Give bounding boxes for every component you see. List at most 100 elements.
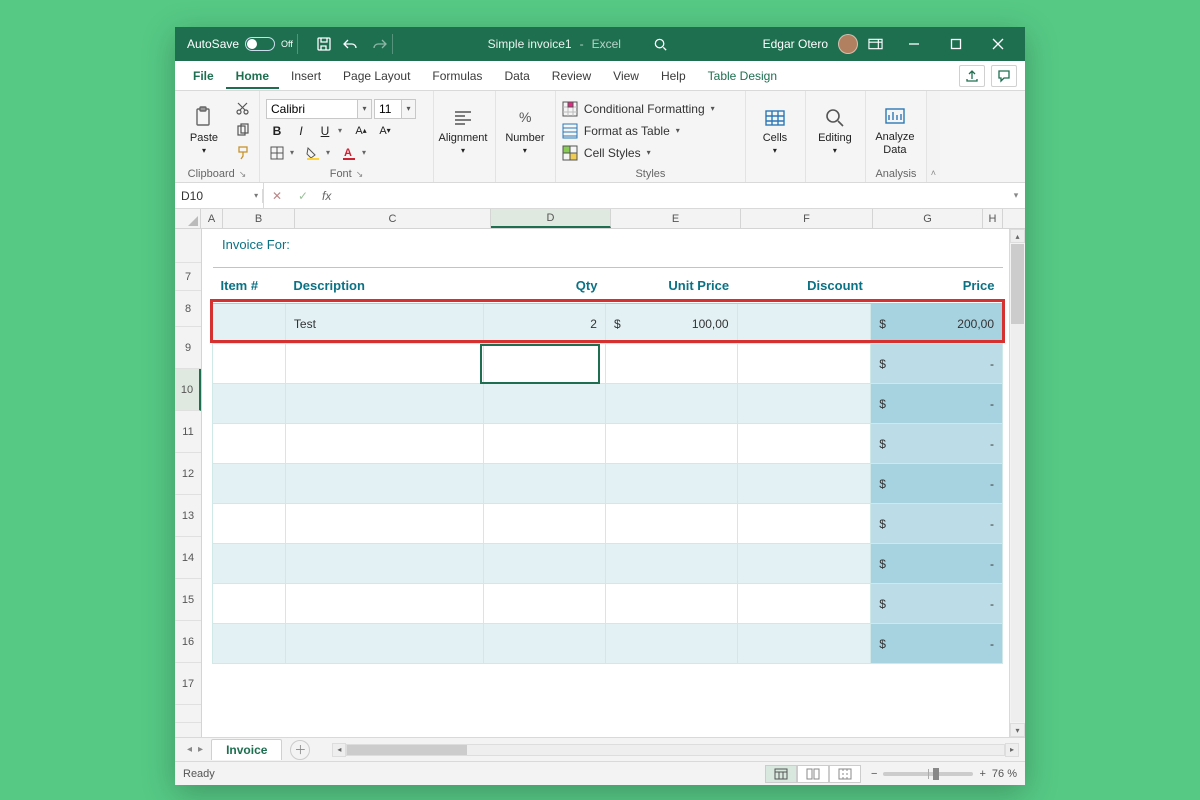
row-header[interactable]: 14 bbox=[175, 537, 201, 579]
italic-button[interactable]: I bbox=[290, 121, 312, 141]
new-sheet-icon[interactable]: ＋ bbox=[290, 740, 310, 760]
cells-button[interactable]: Cells ▾ bbox=[752, 98, 798, 164]
comments-icon[interactable] bbox=[991, 65, 1017, 87]
tab-page-layout[interactable]: Page Layout bbox=[333, 63, 420, 89]
column-header[interactable]: D bbox=[491, 209, 611, 228]
table-row[interactable]: $- bbox=[213, 544, 1003, 584]
expand-formula-bar-icon[interactable]: ▾ bbox=[1007, 190, 1025, 201]
row-header[interactable]: 11 bbox=[175, 411, 201, 453]
format-as-table-button[interactable]: Format as Table▾ bbox=[562, 121, 715, 141]
next-sheet-icon[interactable]: ▸ bbox=[198, 744, 203, 755]
row-header[interactable]: 8 bbox=[175, 291, 201, 327]
font-name-input[interactable] bbox=[266, 99, 358, 119]
editing-button[interactable]: Editing ▾ bbox=[812, 98, 858, 164]
conditional-formatting-button[interactable]: Conditional Formatting▾ bbox=[562, 99, 715, 119]
horizontal-scrollbar[interactable]: ◂ ▸ bbox=[332, 743, 1019, 757]
zoom-out-icon[interactable]: − bbox=[871, 768, 877, 780]
analyze-data-button[interactable]: Analyze Data bbox=[872, 98, 918, 164]
cells-area[interactable]: Invoice For: Item #DescriptionQtyUnit Pr… bbox=[202, 229, 1009, 737]
tab-table-design[interactable]: Table Design bbox=[698, 63, 787, 89]
table-row[interactable]: $- bbox=[213, 464, 1003, 504]
table-row[interactable]: $- bbox=[213, 504, 1003, 544]
column-header[interactable]: A bbox=[201, 209, 223, 228]
row-header[interactable]: 13 bbox=[175, 495, 201, 537]
scroll-left-icon[interactable]: ◂ bbox=[332, 743, 346, 757]
decrease-font-icon[interactable]: A▾ bbox=[374, 121, 396, 141]
number-button[interactable]: % Number ▾ bbox=[502, 98, 548, 164]
undo-icon[interactable] bbox=[342, 37, 360, 51]
row-header[interactable]: 7 bbox=[175, 263, 201, 291]
redo-icon[interactable] bbox=[370, 37, 388, 51]
column-header[interactable]: B bbox=[223, 209, 295, 228]
column-header[interactable]: F bbox=[741, 209, 873, 228]
alignment-button[interactable]: Alignment ▾ bbox=[440, 98, 486, 164]
font-size-input[interactable] bbox=[374, 99, 402, 119]
font-color-icon[interactable]: A bbox=[338, 143, 360, 163]
autosave-toggle[interactable]: AutoSave Off bbox=[187, 37, 293, 51]
tab-file[interactable]: File bbox=[183, 63, 224, 89]
cell-styles-button[interactable]: Cell Styles▾ bbox=[562, 143, 715, 163]
increase-font-icon[interactable]: A▴ bbox=[350, 121, 372, 141]
row-header[interactable] bbox=[175, 705, 201, 723]
tab-insert[interactable]: Insert bbox=[281, 63, 331, 89]
formula-input[interactable] bbox=[337, 189, 1007, 203]
scroll-up-icon[interactable]: ▴ bbox=[1010, 229, 1025, 243]
close-button[interactable] bbox=[977, 27, 1019, 61]
column-header[interactable]: C bbox=[295, 209, 491, 228]
tab-data[interactable]: Data bbox=[494, 63, 539, 89]
prev-sheet-icon[interactable]: ◂ bbox=[187, 744, 192, 755]
chevron-down-icon[interactable]: ▾ bbox=[358, 99, 372, 119]
save-icon[interactable] bbox=[316, 36, 332, 52]
row-header[interactable]: 10 bbox=[175, 369, 201, 411]
chevron-down-icon[interactable]: ▾ bbox=[402, 99, 416, 119]
bold-button[interactable]: B bbox=[266, 121, 288, 141]
page-layout-view-icon[interactable] bbox=[797, 765, 829, 783]
font-dialog-icon[interactable]: ↘ bbox=[356, 169, 364, 180]
search-icon[interactable] bbox=[653, 37, 668, 52]
row-header[interactable]: 17 bbox=[175, 663, 201, 705]
row-header[interactable]: 16 bbox=[175, 621, 201, 663]
borders-icon[interactable] bbox=[266, 143, 288, 163]
row-header[interactable]: 12 bbox=[175, 453, 201, 495]
sheet-tab-invoice[interactable]: Invoice bbox=[211, 739, 282, 760]
copy-icon[interactable] bbox=[231, 121, 253, 141]
paste-button[interactable]: Paste ▾ bbox=[181, 98, 227, 164]
vertical-scrollbar[interactable]: ▴ ▾ bbox=[1009, 229, 1025, 737]
table-row[interactable]: $- bbox=[213, 584, 1003, 624]
tab-review[interactable]: Review bbox=[542, 63, 601, 89]
table-row[interactable]: $- bbox=[213, 384, 1003, 424]
underline-button[interactable]: U bbox=[314, 121, 336, 141]
zoom-level[interactable]: 76 % bbox=[992, 768, 1017, 780]
ribbon-display-icon[interactable] bbox=[868, 37, 883, 51]
zoom-slider[interactable]: − + 76 % bbox=[871, 768, 1017, 780]
enter-icon[interactable]: ✓ bbox=[290, 189, 316, 203]
zoom-in-icon[interactable]: + bbox=[979, 768, 985, 780]
clipboard-dialog-icon[interactable]: ↘ bbox=[239, 169, 247, 180]
table-row[interactable]: Test2$100,00$200,00 bbox=[213, 304, 1003, 344]
avatar[interactable] bbox=[838, 34, 858, 54]
select-all-corner[interactable] bbox=[175, 209, 201, 228]
tab-view[interactable]: View bbox=[603, 63, 649, 89]
cancel-icon[interactable]: ✕ bbox=[264, 189, 290, 203]
table-row[interactable]: $- bbox=[213, 624, 1003, 664]
tab-help[interactable]: Help bbox=[651, 63, 696, 89]
name-box-input[interactable] bbox=[175, 189, 250, 203]
minimize-button[interactable] bbox=[893, 27, 935, 61]
chevron-down-icon[interactable]: ▾ bbox=[250, 191, 262, 200]
user-name[interactable]: Edgar Otero bbox=[763, 37, 828, 51]
normal-view-icon[interactable] bbox=[765, 765, 797, 783]
page-break-view-icon[interactable] bbox=[829, 765, 861, 783]
row-header[interactable]: 9 bbox=[175, 327, 201, 369]
column-header[interactable]: G bbox=[873, 209, 983, 228]
scroll-right-icon[interactable]: ▸ bbox=[1005, 743, 1019, 757]
cut-icon[interactable] bbox=[231, 99, 253, 119]
collapse-ribbon-icon[interactable]: ˄ bbox=[926, 91, 940, 182]
table-row[interactable]: $- bbox=[213, 344, 1003, 384]
scroll-down-icon[interactable]: ▾ bbox=[1010, 723, 1025, 737]
toggle-off-icon[interactable] bbox=[245, 37, 275, 51]
fx-label[interactable]: fx bbox=[316, 189, 337, 203]
format-painter-icon[interactable] bbox=[231, 143, 253, 163]
tab-home[interactable]: Home bbox=[226, 63, 279, 89]
share-icon[interactable] bbox=[959, 65, 985, 87]
fill-color-icon[interactable] bbox=[302, 143, 324, 163]
